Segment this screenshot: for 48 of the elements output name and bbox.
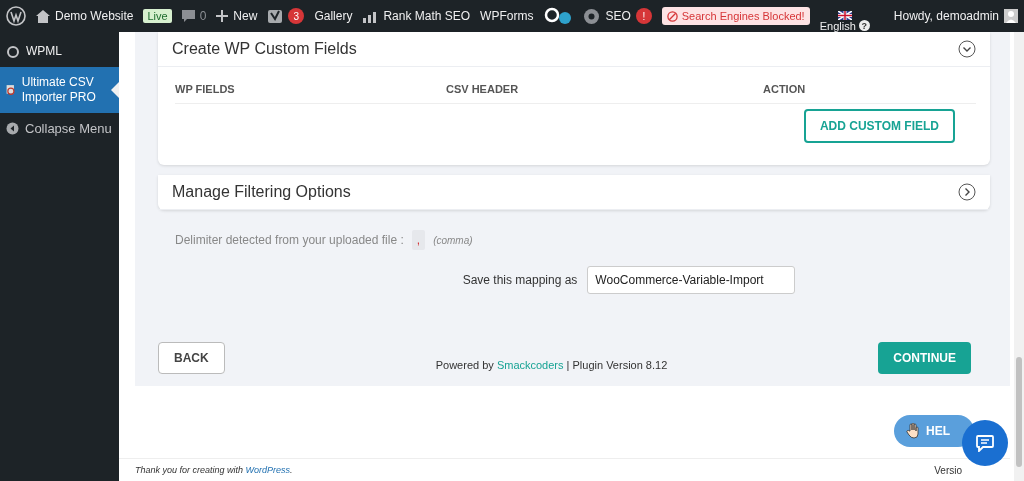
delimiter-value: ,: [411, 230, 426, 250]
column-header: CSV HEADER: [446, 83, 520, 95]
gear-icon: [583, 7, 601, 25]
hand-icon: [906, 423, 920, 439]
seo-link[interactable]: SEO: [605, 9, 631, 23]
powered-by-text: Powered by Smackcoders | Plugin Version 8.12: [435, 359, 668, 371]
chevron-icon[interactable]: [958, 40, 976, 58]
wpml-icon: [6, 44, 20, 59]
wpforms-link[interactable]: WPForms: [480, 9, 534, 23]
search-engines-blocked-notice[interactable]: Search Engines Blocked!: [661, 7, 810, 25]
comment-count[interactable]: 0: [199, 9, 207, 23]
gallery-link[interactable]: Gallery: [314, 9, 353, 23]
notification-badge: 3: [288, 8, 305, 24]
help-badge[interactable]: ?: [858, 20, 870, 31]
plugin-icons-drawing[interactable]: [543, 6, 574, 26]
new-link[interactable]: New: [233, 9, 258, 23]
rank-math-link[interactable]: Rank Math SEO: [383, 9, 471, 23]
sidebar-item[interactable]: WPML: [0, 36, 119, 67]
footer-text: Thank you for creating with WordPress.: [135, 465, 293, 475]
plus-icon: [216, 10, 229, 22]
delimiter-label: Delimiter detected from your uploaded file :: [175, 233, 404, 247]
current-pointer-icon: [111, 82, 119, 98]
delimiter-note: (comma): [433, 234, 473, 246]
blocked-icon: [666, 10, 678, 22]
greeting-link[interactable]: Howdy, demoadmin: [893, 9, 999, 23]
live-badge: Live: [143, 9, 172, 23]
chat-button[interactable]: [962, 420, 1008, 466]
panel-title[interactable]: Create WP Custom Fields: [172, 40, 357, 58]
column-header: ACTION: [763, 83, 807, 95]
sidebar-item[interactable]: Collapse Menu: [0, 113, 119, 144]
language-label[interactable]: English: [819, 19, 856, 32]
version-text: Versio: [934, 464, 962, 476]
panel-title[interactable]: Manage Filtering Options: [172, 183, 351, 201]
mapping-name-field[interactable]: WooCommerce-Variable-Import: [587, 266, 796, 294]
wordpress-logo-icon[interactable]: [6, 6, 26, 26]
collapse-icon: [6, 122, 19, 135]
chart-icon: [362, 9, 379, 23]
comment-icon: [181, 9, 195, 23]
site-link[interactable]: Demo Website: [55, 9, 134, 23]
home-icon: [36, 9, 50, 23]
column-header: WP FIELDS: [175, 83, 236, 95]
alert-badge: !: [635, 8, 652, 24]
mapping-label: Save this mapping as: [462, 273, 578, 287]
chat-icon: [976, 434, 994, 452]
back-button[interactable]: BACK: [158, 342, 225, 374]
chevron-icon[interactable]: [958, 183, 976, 201]
sidebar-item[interactable]: Ultimate CSV Importer PRO: [0, 67, 119, 113]
flag-icon: [837, 10, 852, 20]
